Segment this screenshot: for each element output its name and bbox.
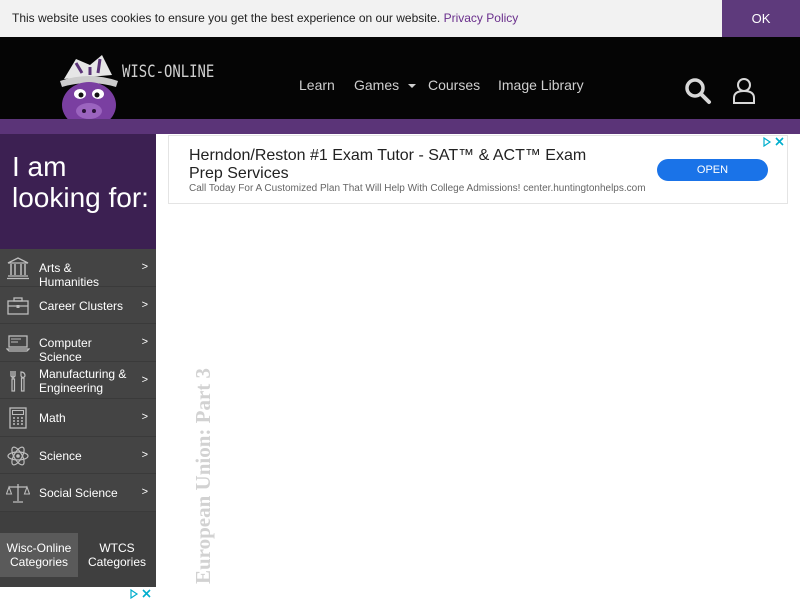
chevron-right-icon: > [141, 486, 148, 498]
calculator-icon [9, 407, 27, 429]
laptop-icon [6, 335, 30, 352]
scales-icon [6, 484, 30, 503]
ad-choices-icon[interactable] [763, 137, 785, 147]
caret-down-icon [408, 84, 417, 89]
chevron-right-icon: > [141, 336, 148, 348]
sidebar-item-label: Career Clusters [39, 298, 124, 313]
sidebar-item-computer-science[interactable]: Computer Science > [0, 324, 156, 364]
ad-subtitle: Call Today For A Customized Plan That Wi… [189, 183, 646, 194]
nav-games[interactable]: Games [354, 77, 417, 93]
sidebar-item-manufacturing-engineering[interactable]: Manufacturing & Engineering > [0, 361, 156, 399]
sidebar-item-label: Manufacturing & Engineering [39, 366, 127, 395]
sidebar-item-social-science[interactable]: Social Science > [0, 474, 156, 512]
nav-learn[interactable]: Learn [299, 77, 335, 93]
ad-banner[interactable]: Herndon/Reston #1 Exam Tutor - SAT™ & AC… [168, 135, 788, 204]
sidebar-item-career-clusters[interactable]: Career Clusters > [0, 286, 156, 324]
cookie-banner: This website uses cookies to ensure you … [0, 0, 800, 37]
chevron-right-icon: > [141, 373, 148, 386]
sidebar-item-science[interactable]: Science > [0, 436, 156, 474]
nav-courses[interactable]: Courses [428, 77, 480, 93]
tab-wisc-online-categories[interactable]: Wisc-Online Categories [0, 533, 78, 577]
nav-games-label: Games [354, 77, 400, 93]
chevron-right-icon: > [141, 448, 148, 461]
atom-icon [7, 446, 29, 465]
ad-title[interactable]: Herndon/Reston #1 Exam Tutor - SAT™ & AC… [189, 147, 609, 183]
sidebar-item-label: Math [39, 411, 66, 425]
category-sidebar: I am looking for: Arts & Humanities > Ca… [0, 134, 156, 600]
privacy-policy-link[interactable]: Privacy Policy [444, 11, 519, 25]
briefcase-icon [7, 296, 29, 315]
tools-icon [10, 370, 26, 392]
sidebar-item-arts-humanities[interactable]: Arts & Humanities > [0, 249, 156, 289]
chevron-right-icon: > [141, 298, 148, 311]
nav-image-library-label: Image Library [498, 77, 584, 93]
page-title: European Union: Part 3 [191, 367, 215, 584]
site-logo-text[interactable]: WISC-ONLINE [122, 62, 214, 82]
sidebar-item-label: Arts & Humanities [39, 261, 100, 289]
site-header: WISC-ONLINE Learn Games Courses Image Li… [0, 37, 800, 131]
sidebar-ad-slot [0, 587, 156, 600]
ad-open-button[interactable]: OPEN [657, 159, 768, 181]
sidebar-item-label: Science [39, 448, 82, 463]
sidebar-item-label: Social Science [39, 486, 118, 500]
category-list: Arts & Humanities > Career Clusters > Co… [0, 249, 156, 512]
ad-choices-icon[interactable] [130, 589, 152, 599]
sidebar-item-math[interactable]: Math > [0, 399, 156, 437]
chevron-right-icon: > [141, 261, 148, 273]
nav-courses-label: Courses [428, 77, 481, 93]
cookie-ok-button[interactable]: OK [722, 0, 800, 37]
sidebar-item-label: Computer Science [39, 336, 92, 364]
tab-wtcs-categories[interactable]: WTCS Categories [78, 533, 156, 577]
header-accent-band [0, 119, 800, 134]
search-icon[interactable] [684, 77, 712, 105]
nav-image-library[interactable]: Image Library [498, 77, 584, 93]
category-tabs: Wisc-Online Categories WTCS Categories [0, 533, 156, 577]
chevron-right-icon: > [141, 411, 148, 423]
cookie-message: This website uses cookies to ensure you … [12, 11, 441, 25]
columns-icon [7, 257, 29, 280]
sidebar-hero-text: I am looking for: [12, 151, 149, 213]
user-icon[interactable] [732, 76, 756, 104]
cookie-message-row: This website uses cookies to ensure you … [12, 11, 518, 25]
sidebar-hero: I am looking for: [0, 134, 156, 249]
nav-learn-label: Learn [299, 77, 335, 93]
